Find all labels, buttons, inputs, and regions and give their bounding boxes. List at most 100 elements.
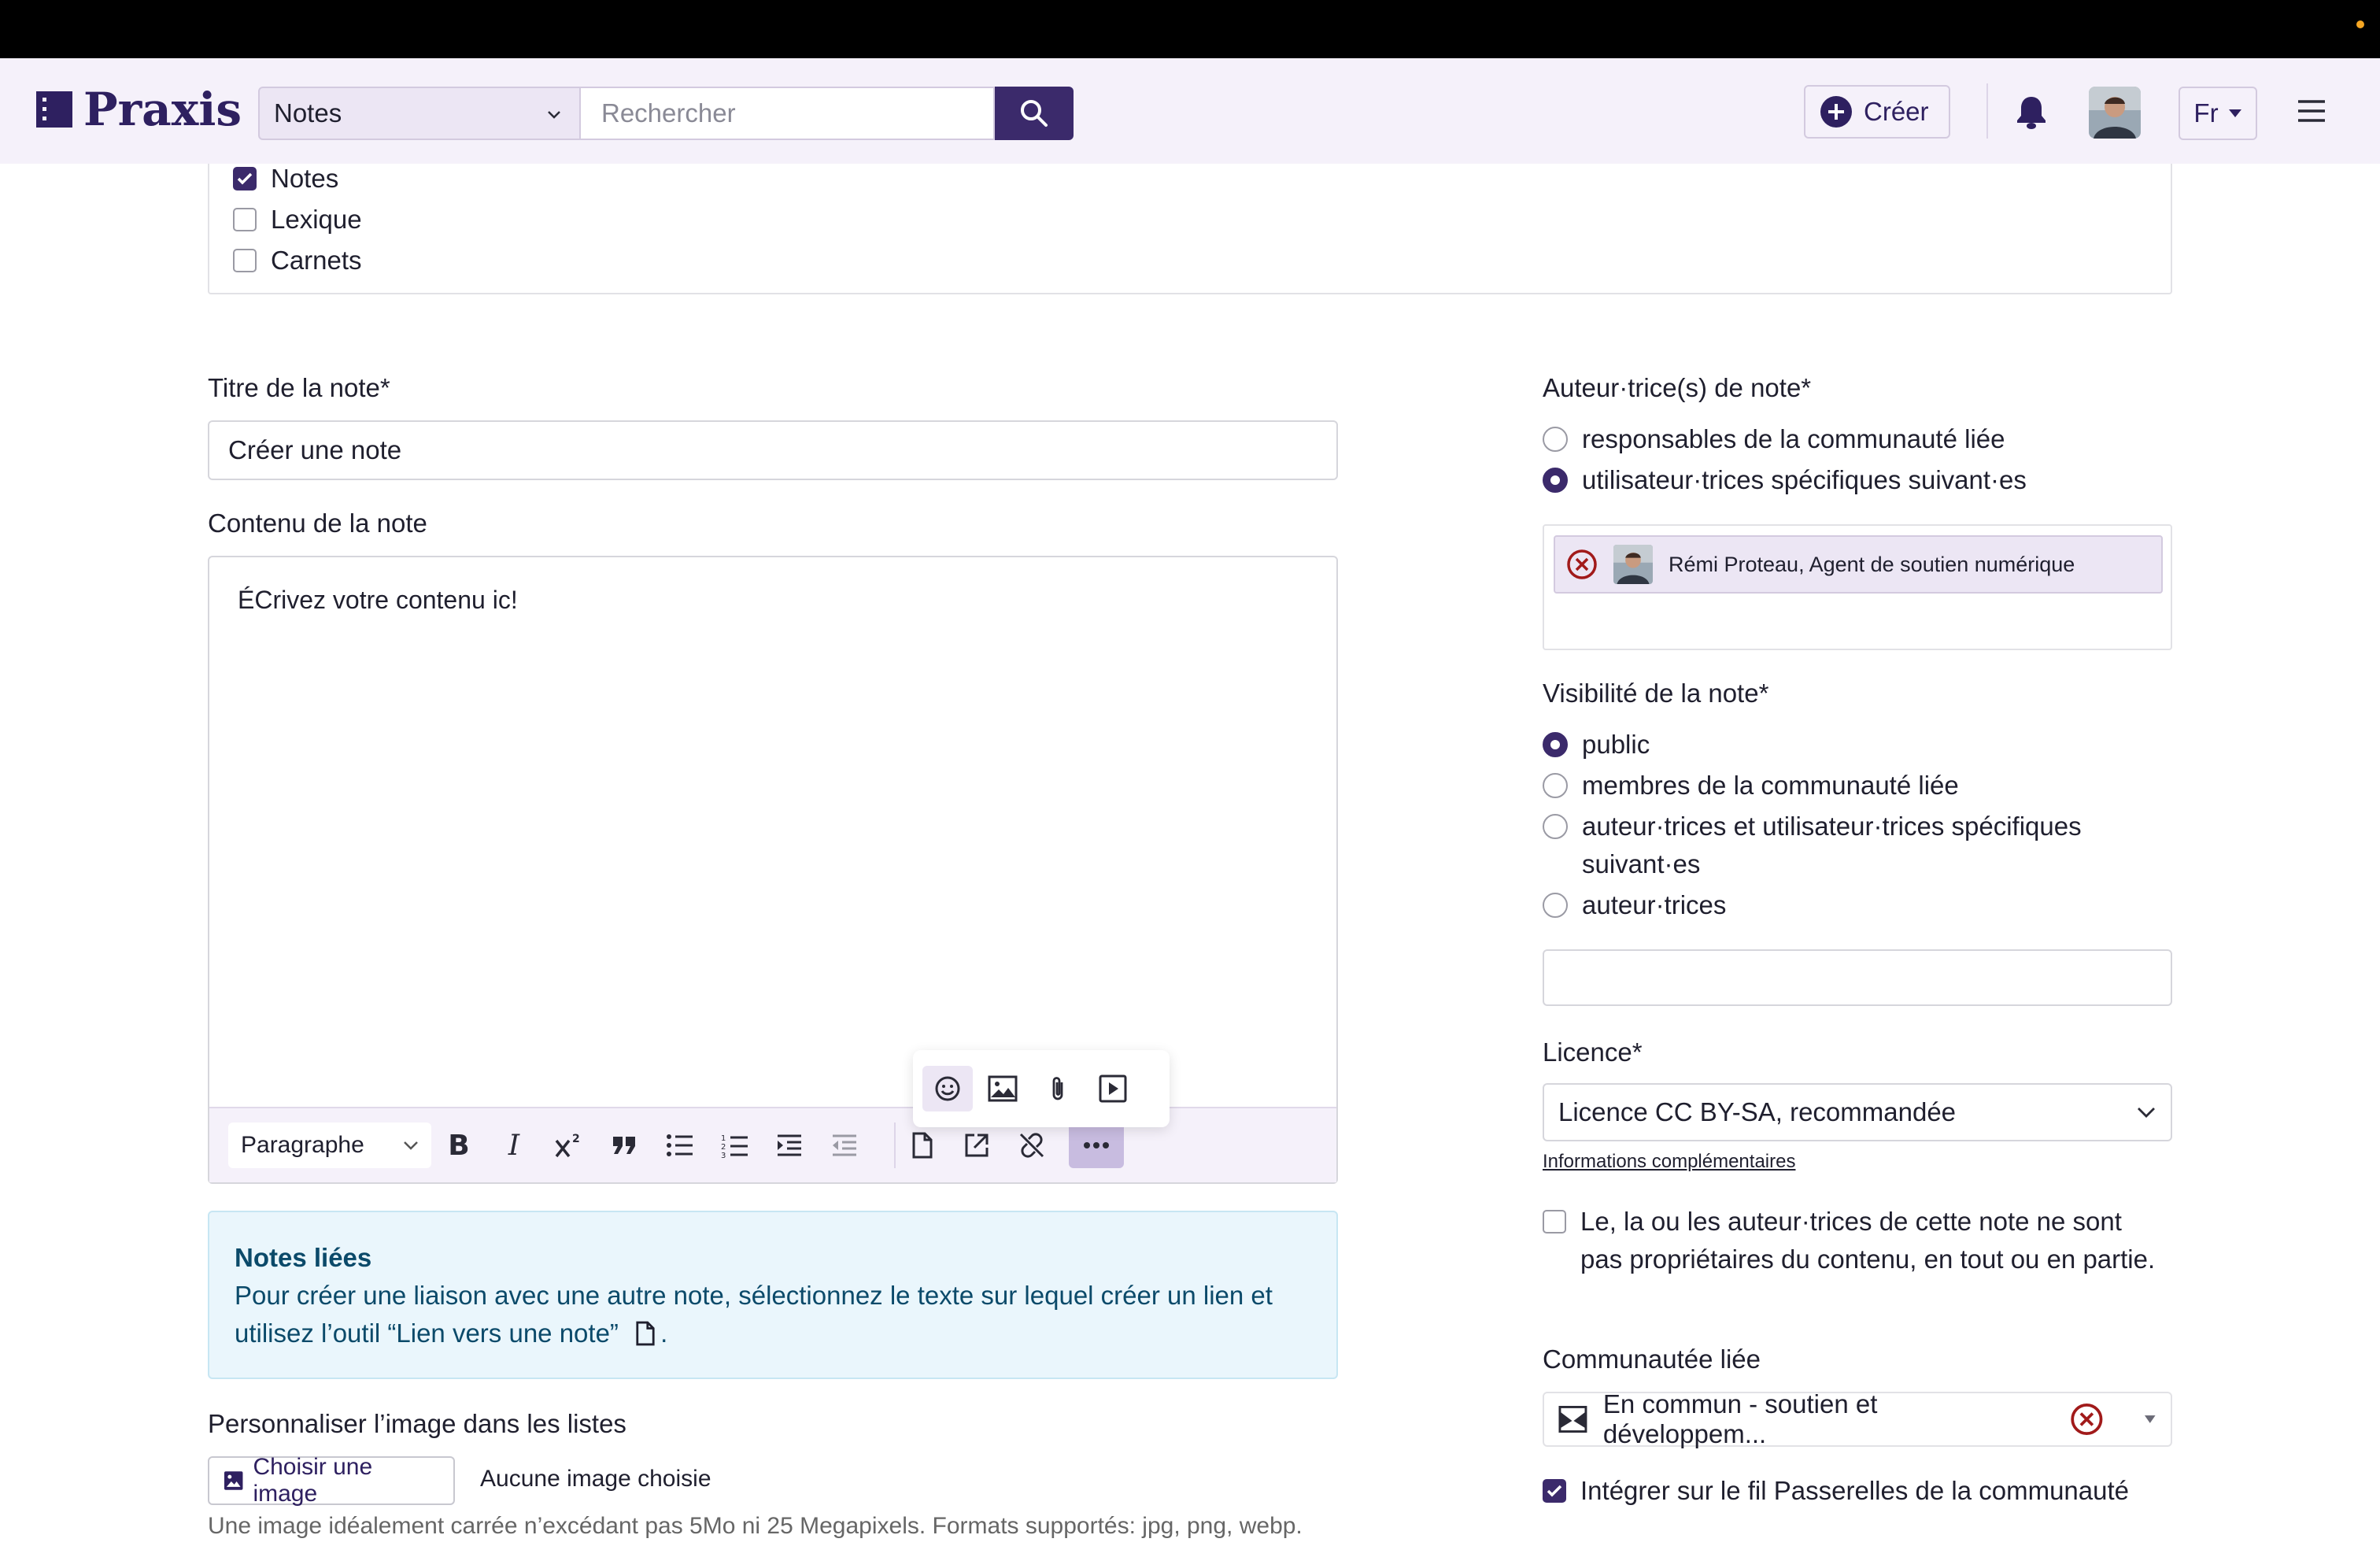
search-scope-select[interactable]: Notes xyxy=(258,87,581,140)
visibility-option-authors-specific[interactable]: auteur·trices et utilisateur·trices spéc… xyxy=(1543,808,2141,883)
editor-content[interactable]: ÉCrivez votre contenu ic! xyxy=(238,586,518,615)
search-icon xyxy=(1021,100,1048,127)
community-select[interactable]: En commun - soutien et développem... xyxy=(1543,1389,2172,1448)
quote-icon xyxy=(613,1137,635,1154)
praxis-logo[interactable]: Praxis xyxy=(36,87,242,132)
checkbox[interactable] xyxy=(1543,1210,1566,1233)
radio-button[interactable] xyxy=(1543,732,1568,757)
svg-text:2: 2 xyxy=(721,1143,726,1152)
author-option-community[interactable]: responsables de la communauté liée xyxy=(1543,420,2005,458)
visibility-option-authors[interactable]: auteur·trices xyxy=(1543,886,1726,924)
bold-icon: B xyxy=(448,1129,470,1162)
content-type-carnets[interactable]: Carnets xyxy=(233,246,362,276)
search-scope-value: Notes xyxy=(274,98,342,128)
radio-button[interactable] xyxy=(1543,893,1568,918)
title-value: Créer une note xyxy=(228,435,402,464)
integrate-checkbox-row[interactable]: Intégrer sur le fil Passerelles de la co… xyxy=(1543,1472,2129,1510)
outdent-icon xyxy=(833,1134,856,1156)
choose-image-label: Choisir une image xyxy=(253,1454,373,1507)
paragraph-style-select[interactable]: Paragraphe xyxy=(228,1123,431,1168)
search-button[interactable] xyxy=(995,87,1074,140)
content-type-lexique[interactable]: Lexique xyxy=(233,205,362,235)
radio-button[interactable] xyxy=(1543,427,1568,452)
author-avatar xyxy=(1613,545,1653,584)
external-link-button[interactable] xyxy=(949,1123,1004,1168)
radio-label: auteur·trices et utilisateur·trices spéc… xyxy=(1582,812,2082,878)
svg-text:3: 3 xyxy=(721,1152,726,1158)
external-link-icon xyxy=(965,1134,989,1157)
bullet-list-icon xyxy=(667,1134,693,1156)
checkbox[interactable] xyxy=(1543,1479,1566,1503)
authors-select-box[interactable]: Rémi Proteau, Agent de soutien numérique xyxy=(1543,524,2172,650)
insert-image-button[interactable] xyxy=(978,1066,1028,1111)
paragraph-style-value: Paragraphe xyxy=(241,1132,364,1158)
search-box xyxy=(581,87,995,140)
linked-notes-text: Pour créer une liaison avec une autre no… xyxy=(235,1281,1273,1348)
note-link-button[interactable] xyxy=(894,1123,949,1168)
visibility-label: Visibilité de la note* xyxy=(1543,679,1769,708)
content-type-notes[interactable]: Notes xyxy=(233,164,338,194)
linked-notes-period: . xyxy=(660,1319,668,1348)
radio-label: membres de la communauté liée xyxy=(1582,771,1959,800)
more-tools-popup xyxy=(913,1050,1170,1127)
video-icon xyxy=(1099,1074,1127,1103)
license-select[interactable]: Licence CC BY-SA, recommandée xyxy=(1543,1083,2172,1141)
caret-down-icon xyxy=(2228,109,2241,117)
menu-icon xyxy=(2298,100,2325,122)
checkbox[interactable] xyxy=(233,167,257,190)
attachment-button[interactable] xyxy=(1033,1066,1083,1111)
radio-button[interactable] xyxy=(1543,468,1568,493)
unlink-button[interactable] xyxy=(1004,1123,1059,1168)
superscript-icon: 2 xyxy=(555,1133,580,1158)
italic-button[interactable]: I xyxy=(486,1123,541,1168)
bullet-list-button[interactable] xyxy=(652,1123,707,1168)
language-select[interactable]: Fr xyxy=(2179,87,2257,140)
emoji-icon xyxy=(935,1076,960,1101)
outdent-button[interactable] xyxy=(817,1123,872,1168)
visibility-option-members[interactable]: membres de la communauté liée xyxy=(1543,767,1959,804)
more-info-link[interactable]: Informations complémentaires xyxy=(1543,1151,1795,1173)
radio-label: responsables de la communauté liée xyxy=(1582,424,2005,453)
numbered-list-button[interactable]: 123 xyxy=(707,1123,762,1168)
caret-down-icon xyxy=(2145,1415,2156,1423)
checkbox[interactable] xyxy=(233,208,257,231)
app-header: Praxis Notes Créer Fr xyxy=(0,58,2380,164)
insert-video-button[interactable] xyxy=(1088,1066,1138,1111)
hamburger-menu-button[interactable] xyxy=(2297,99,2326,123)
avatar-image xyxy=(2089,87,2141,139)
bold-button[interactable]: B xyxy=(431,1123,486,1168)
checkbox[interactable] xyxy=(233,249,257,272)
author-option-specific[interactable]: utilisateur·trices spécifiques suivant·e… xyxy=(1543,461,2027,499)
create-button[interactable]: Créer xyxy=(1804,85,1950,139)
more-tools-button[interactable] xyxy=(1069,1123,1124,1168)
image-label: Personnaliser l’image dans les listes xyxy=(208,1409,626,1438)
superscript-button[interactable]: 2 xyxy=(541,1123,597,1168)
search-input[interactable] xyxy=(601,98,973,128)
clear-selection-icon[interactable] xyxy=(2070,1402,2104,1437)
linked-notes-title: Notes liées xyxy=(235,1243,372,1272)
indent-icon xyxy=(778,1134,801,1156)
quote-button[interactable] xyxy=(597,1123,652,1168)
plus-circle-icon xyxy=(1820,96,1852,128)
radio-button[interactable] xyxy=(1543,814,1568,839)
radio-label: auteur·trices xyxy=(1582,890,1727,919)
license-value: Licence CC BY-SA, recommandée xyxy=(1558,1097,1957,1126)
indent-button[interactable] xyxy=(762,1123,817,1168)
user-avatar[interactable] xyxy=(2089,87,2141,139)
title-input[interactable]: Créer une note xyxy=(208,420,1338,480)
create-label: Créer xyxy=(1864,97,1929,126)
bell-icon xyxy=(2017,97,2046,129)
remove-circle-icon[interactable] xyxy=(1566,549,1598,580)
visibility-option-public[interactable]: public xyxy=(1543,726,1650,764)
visibility-users-input[interactable] xyxy=(1543,949,2172,1006)
chevron-down-icon xyxy=(404,1141,418,1150)
author-chip: Rémi Proteau, Agent de soutien numérique xyxy=(1554,535,2163,594)
choose-image-button[interactable]: Choisir une image xyxy=(208,1454,455,1507)
radio-button[interactable] xyxy=(1543,773,1568,798)
emoji-button[interactable] xyxy=(922,1066,973,1111)
notifications-button[interactable] xyxy=(2015,94,2048,129)
checkbox-label: Carnets xyxy=(271,246,362,275)
header-divider xyxy=(1986,83,1988,139)
logo-mark-icon xyxy=(36,91,72,128)
not-owner-checkbox-row[interactable]: Le, la ou les auteur·trices de cette not… xyxy=(1543,1203,2164,1278)
